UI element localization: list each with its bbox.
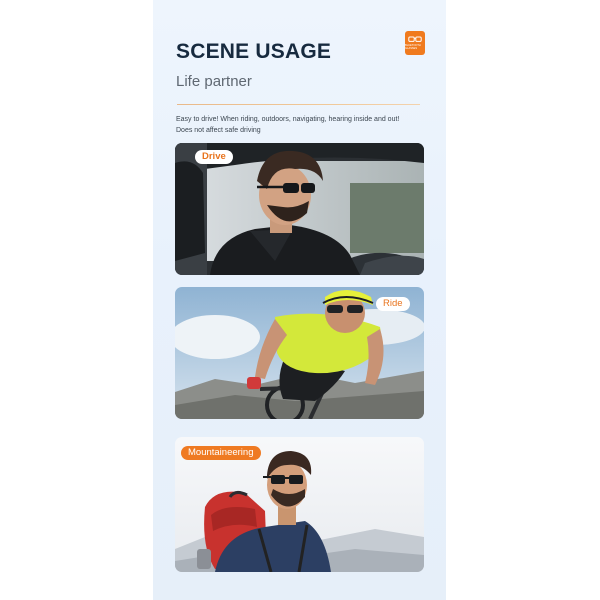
- page-title: SCENE USAGE: [176, 40, 332, 63]
- scene-usage-panel: SCENE USAGE Life partner BLUETOOTH GLASS…: [153, 0, 446, 600]
- description-line-2: Does not affect safe driving: [176, 127, 261, 134]
- glasses-icon: [408, 36, 422, 42]
- divider: [177, 104, 420, 105]
- description-line-1: Easy to drive! When riding, outdoors, na…: [176, 116, 400, 123]
- scene-label-mountaineering: Mountaineering: [181, 446, 261, 460]
- scene-card-mountaineering: Mountaineering: [175, 437, 424, 572]
- description: Easy to drive! When riding, outdoors, na…: [176, 114, 421, 136]
- scene-label-ride: Ride: [376, 297, 410, 311]
- scene-card-ride: Ride: [175, 287, 424, 419]
- scene-label-drive: Drive: [195, 150, 233, 164]
- brand-badge: BLUETOOTH GLASSES: [405, 31, 425, 55]
- scene-card-drive: Drive: [175, 143, 424, 275]
- badge-label: BLUETOOTH GLASSES: [405, 44, 421, 50]
- page-subtitle: Life partner: [176, 73, 252, 90]
